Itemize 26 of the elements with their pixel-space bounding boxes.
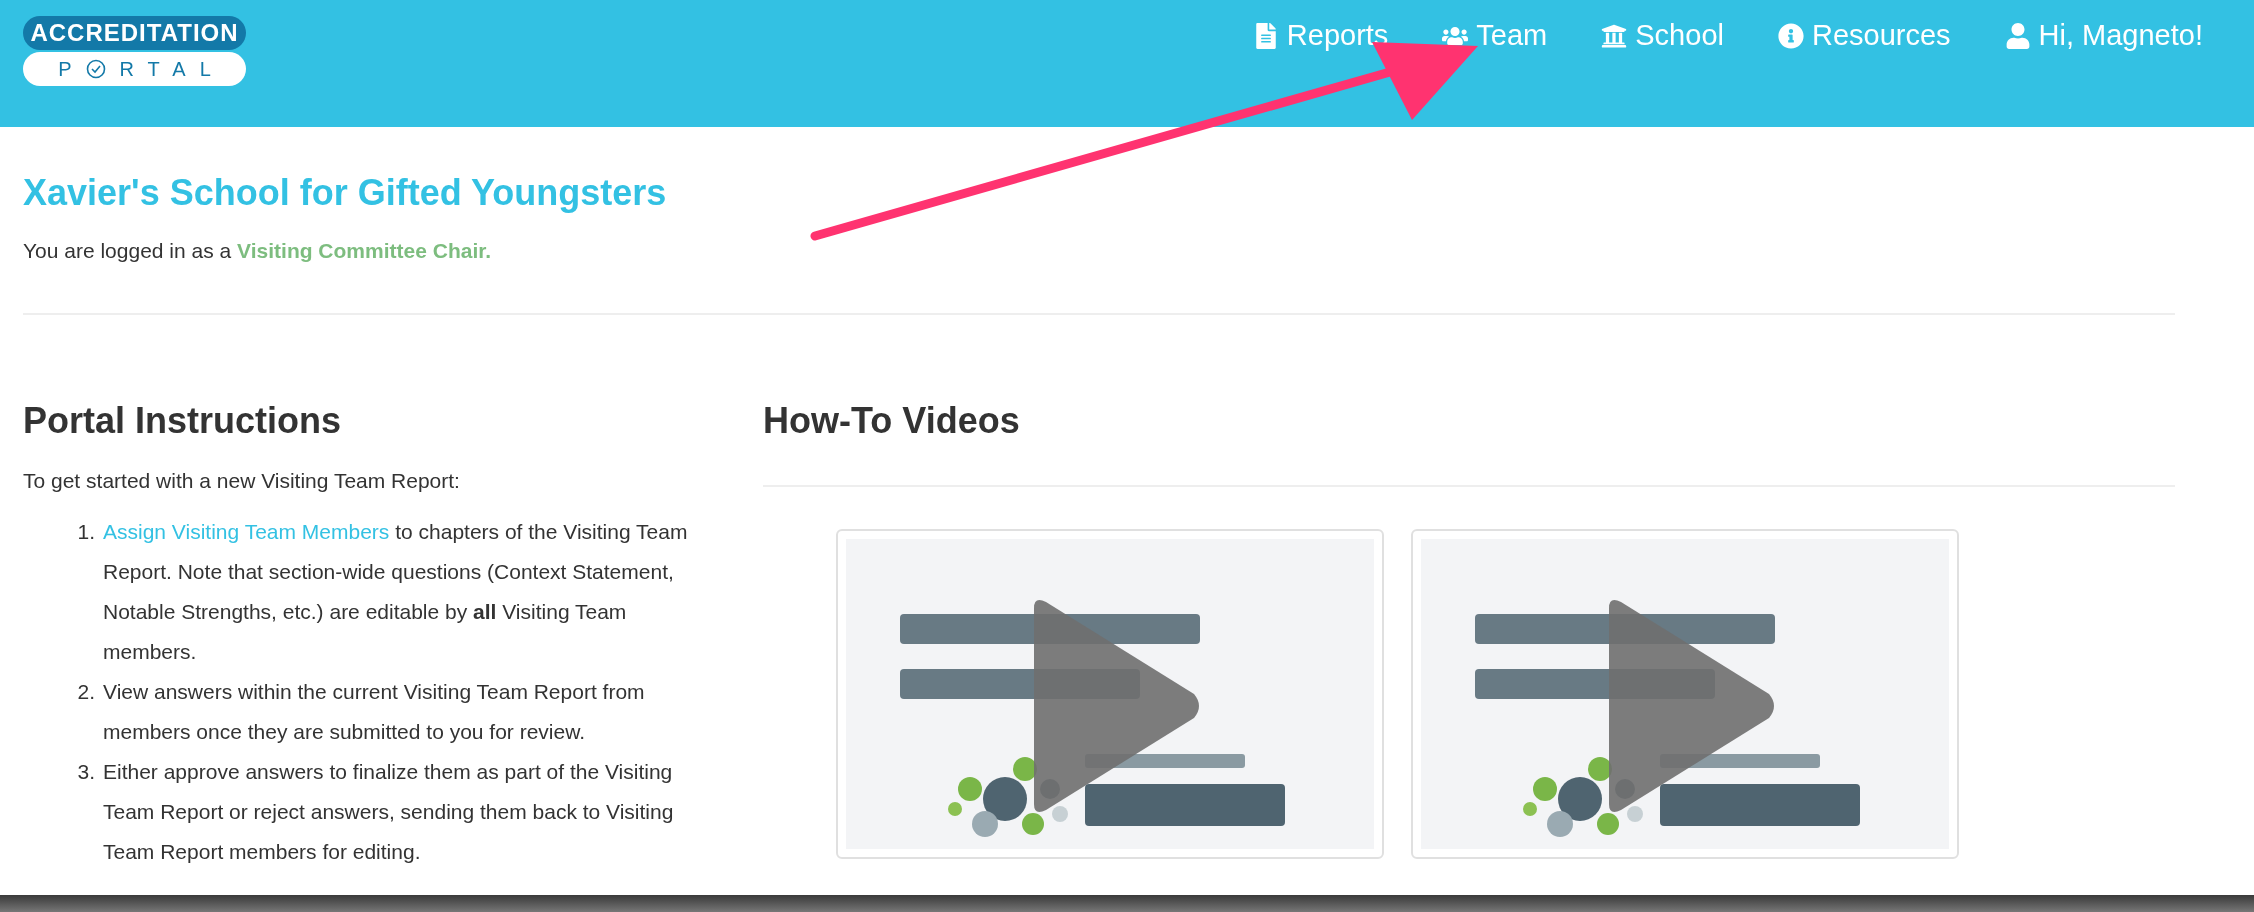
- section-heading: Portal Instructions: [23, 400, 342, 441]
- logo-text: ACCREDITATION: [30, 18, 239, 48]
- check-circle-icon: [85, 59, 106, 79]
- bank-building-icon: [1601, 22, 1628, 49]
- logo-text: P: [58, 57, 72, 82]
- step-text: Either approve answers to finalize them as part of the Visiting Team Report or reject answers, sending them back to Visiting Team Report members for editing.: [103, 759, 675, 865]
- step-number: 3.: [76, 759, 95, 785]
- login-status-text: You are logged in as a: [23, 239, 233, 262]
- role-text: Visiting Committee Chair.: [237, 239, 492, 262]
- intro-text: To get started with a new Visiting Team Report:: [23, 467, 461, 494]
- step-number: 2.: [76, 679, 95, 705]
- nav-link[interactable]: School: [1601, 14, 1724, 58]
- school-title: Xavier's School for Gifted Youngsters: [23, 171, 667, 215]
- step-text: Assign Visiting Team Members to chapters of the Visiting Team Report. Note that section-wide questions (Context Statement, Notable Strengths, etc.) are editable by all Visiting Team members.: [103, 519, 689, 665]
- section-heading: How-To Videos: [763, 400, 1020, 441]
- nav-link[interactable]: Reports: [1252, 14, 1389, 58]
- step-text: View answers within the current Visiting Team Report from members once they are submitted to you for review.: [103, 679, 646, 745]
- nav-link[interactable]: Resources: [1777, 14, 1951, 58]
- user-icon: [2004, 22, 2031, 49]
- info-icon: [1777, 22, 1804, 49]
- step-number: 1.: [76, 519, 95, 545]
- portal-logo[interactable]: ACCREDITATION P RTAL: [23, 16, 246, 86]
- logo-text: RTAL: [119, 57, 225, 82]
- nav-link[interactable]: Team: [1442, 14, 1548, 58]
- nav-link[interactable]: Hi, Magneto!: [2004, 14, 2203, 58]
- assign-members-link[interactable]: Assign Visiting Team Members: [103, 520, 390, 543]
